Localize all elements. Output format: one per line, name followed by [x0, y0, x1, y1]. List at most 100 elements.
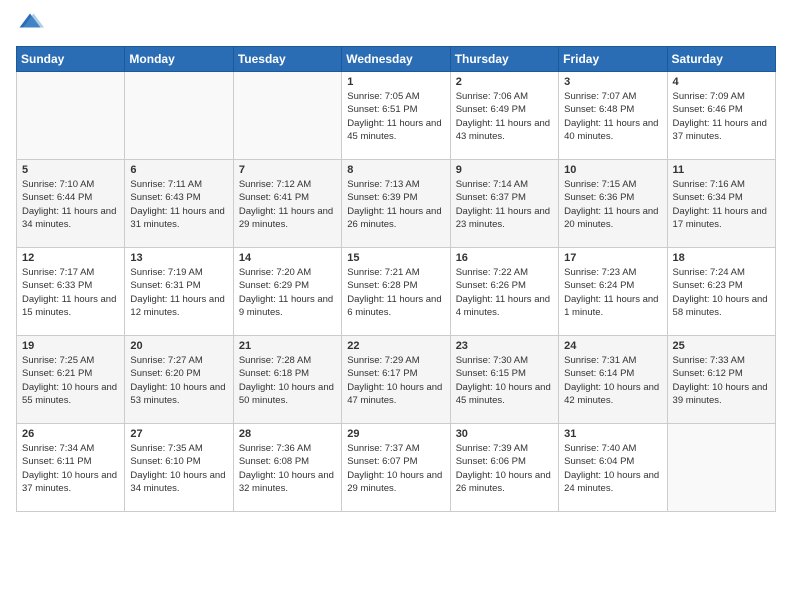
day-cell: 24 Sunrise: 7:31 AM Sunset: 6:14 PM Dayli… — [559, 336, 667, 424]
col-header-saturday: Saturday — [667, 47, 775, 72]
day-number: 30 — [456, 428, 553, 440]
day-info: Sunrise: 7:23 AM Sunset: 6:24 PM Dayligh… — [564, 266, 661, 319]
day-cell: 14 Sunrise: 7:20 AM Sunset: 6:29 PM Dayli… — [233, 248, 341, 336]
day-number: 22 — [347, 340, 444, 352]
week-row-5: 26 Sunrise: 7:34 AM Sunset: 6:11 PM Dayli… — [17, 424, 776, 512]
day-info: Sunrise: 7:09 AM Sunset: 6:46 PM Dayligh… — [673, 90, 770, 143]
day-cell: 30 Sunrise: 7:39 AM Sunset: 6:06 PM Dayli… — [450, 424, 558, 512]
day-info: Sunrise: 7:30 AM Sunset: 6:15 PM Dayligh… — [456, 354, 553, 407]
col-header-tuesday: Tuesday — [233, 47, 341, 72]
day-cell: 25Sunrise: 7:33 AM Sunset: 6:12 PM Dayli… — [667, 336, 775, 424]
days-header-row: SundayMondayTuesdayWednesdayThursdayFrid… — [17, 47, 776, 72]
day-number: 26 — [22, 428, 119, 440]
day-cell: 11 Sunrise: 7:16 AM Sunset: 6:34 PM Dayli… — [667, 160, 775, 248]
day-info: Sunrise: 7:36 AM Sunset: 6:08 PM Dayligh… — [239, 442, 336, 495]
day-info: Sunrise: 7:07 AM Sunset: 6:48 PM Dayligh… — [564, 90, 661, 143]
day-cell: 5 Sunrise: 7:10 AM Sunset: 6:44 PM Daylig… — [17, 160, 125, 248]
day-number: 16 — [456, 252, 553, 264]
week-row-1: 1 Sunrise: 7:05 AM Sunset: 6:51 PM Daylig… — [17, 72, 776, 160]
day-info: Sunrise: 7:16 AM Sunset: 6:34 PM Dayligh… — [673, 178, 770, 231]
day-cell: 16 Sunrise: 7:22 AM Sunset: 6:26 PM Dayli… — [450, 248, 558, 336]
day-cell: 2 Sunrise: 7:06 AM Sunset: 6:49 PM Daylig… — [450, 72, 558, 160]
day-cell: 28 Sunrise: 7:36 AM Sunset: 6:08 PM Dayli… — [233, 424, 341, 512]
day-cell: 21Sunrise: 7:28 AM Sunset: 6:18 PM Dayli… — [233, 336, 341, 424]
day-number: 5 — [22, 164, 119, 176]
day-number: 2 — [456, 76, 553, 88]
day-info: Sunrise: 7:24 AM Sunset: 6:23 PM Dayligh… — [673, 266, 770, 319]
day-cell: 6Sunrise: 7:11 AM Sunset: 6:43 PM Daylig… — [125, 160, 233, 248]
day-cell: 22 Sunrise: 7:29 AM Sunset: 6:17 PM Dayli… — [342, 336, 450, 424]
day-number: 14 — [239, 252, 336, 264]
day-info: Sunrise: 7:17 AM Sunset: 6:33 PM Dayligh… — [22, 266, 119, 319]
logo-icon — [16, 10, 44, 38]
day-info: Sunrise: 7:22 AM Sunset: 6:26 PM Dayligh… — [456, 266, 553, 319]
day-cell: 13Sunrise: 7:19 AM Sunset: 6:31 PM Dayli… — [125, 248, 233, 336]
day-cell: 7Sunrise: 7:12 AM Sunset: 6:41 PM Daylig… — [233, 160, 341, 248]
day-cell: 9 Sunrise: 7:14 AM Sunset: 6:37 PM Daylig… — [450, 160, 558, 248]
calendar-table: SundayMondayTuesdayWednesdayThursdayFrid… — [16, 46, 776, 512]
day-cell: 3 Sunrise: 7:07 AM Sunset: 6:48 PM Daylig… — [559, 72, 667, 160]
day-number: 28 — [239, 428, 336, 440]
day-cell: 1 Sunrise: 7:05 AM Sunset: 6:51 PM Daylig… — [342, 72, 450, 160]
day-number: 11 — [673, 164, 770, 176]
col-header-sunday: Sunday — [17, 47, 125, 72]
day-number: 9 — [456, 164, 553, 176]
day-info: Sunrise: 7:39 AM Sunset: 6:06 PM Dayligh… — [456, 442, 553, 495]
day-cell: 31 Sunrise: 7:40 AM Sunset: 6:04 PM Dayli… — [559, 424, 667, 512]
day-cell: 18Sunrise: 7:24 AM Sunset: 6:23 PM Dayli… — [667, 248, 775, 336]
day-number: 1 — [347, 76, 444, 88]
day-info: Sunrise: 7:20 AM Sunset: 6:29 PM Dayligh… — [239, 266, 336, 319]
day-number: 29 — [347, 428, 444, 440]
col-header-wednesday: Wednesday — [342, 47, 450, 72]
day-info: Sunrise: 7:31 AM Sunset: 6:14 PM Dayligh… — [564, 354, 661, 407]
day-number: 25 — [673, 340, 770, 352]
day-info: Sunrise: 7:28 AM Sunset: 6:18 PM Dayligh… — [239, 354, 336, 407]
day-number: 20 — [130, 340, 227, 352]
day-info: Sunrise: 7:10 AM Sunset: 6:44 PM Dayligh… — [22, 178, 119, 231]
day-info: Sunrise: 7:15 AM Sunset: 6:36 PM Dayligh… — [564, 178, 661, 231]
col-header-friday: Friday — [559, 47, 667, 72]
day-cell: 10Sunrise: 7:15 AM Sunset: 6:36 PM Dayli… — [559, 160, 667, 248]
day-info: Sunrise: 7:06 AM Sunset: 6:49 PM Dayligh… — [456, 90, 553, 143]
day-info: Sunrise: 7:14 AM Sunset: 6:37 PM Dayligh… — [456, 178, 553, 231]
day-cell — [125, 72, 233, 160]
day-cell: 19Sunrise: 7:25 AM Sunset: 6:21 PM Dayli… — [17, 336, 125, 424]
day-cell — [17, 72, 125, 160]
day-cell: 20 Sunrise: 7:27 AM Sunset: 6:20 PM Dayli… — [125, 336, 233, 424]
day-number: 24 — [564, 340, 661, 352]
day-cell: 27 Sunrise: 7:35 AM Sunset: 6:10 PM Dayli… — [125, 424, 233, 512]
day-info: Sunrise: 7:25 AM Sunset: 6:21 PM Dayligh… — [22, 354, 119, 407]
day-cell: 26 Sunrise: 7:34 AM Sunset: 6:11 PM Dayli… — [17, 424, 125, 512]
day-info: Sunrise: 7:27 AM Sunset: 6:20 PM Dayligh… — [130, 354, 227, 407]
day-info: Sunrise: 7:11 AM Sunset: 6:43 PM Dayligh… — [130, 178, 227, 231]
week-row-3: 12 Sunrise: 7:17 AM Sunset: 6:33 PM Dayli… — [17, 248, 776, 336]
header — [16, 10, 776, 38]
week-row-4: 19Sunrise: 7:25 AM Sunset: 6:21 PM Dayli… — [17, 336, 776, 424]
day-number: 13 — [130, 252, 227, 264]
day-number: 23 — [456, 340, 553, 352]
day-number: 3 — [564, 76, 661, 88]
day-cell: 29 Sunrise: 7:37 AM Sunset: 6:07 PM Dayli… — [342, 424, 450, 512]
week-row-2: 5 Sunrise: 7:10 AM Sunset: 6:44 PM Daylig… — [17, 160, 776, 248]
day-number: 12 — [22, 252, 119, 264]
day-info: Sunrise: 7:05 AM Sunset: 6:51 PM Dayligh… — [347, 90, 444, 143]
day-info: Sunrise: 7:34 AM Sunset: 6:11 PM Dayligh… — [22, 442, 119, 495]
day-number: 8 — [347, 164, 444, 176]
day-cell: 12 Sunrise: 7:17 AM Sunset: 6:33 PM Dayli… — [17, 248, 125, 336]
day-cell: 23 Sunrise: 7:30 AM Sunset: 6:15 PM Dayli… — [450, 336, 558, 424]
day-info: Sunrise: 7:21 AM Sunset: 6:28 PM Dayligh… — [347, 266, 444, 319]
day-cell: 17 Sunrise: 7:23 AM Sunset: 6:24 PM Dayli… — [559, 248, 667, 336]
day-cell: 4 Sunrise: 7:09 AM Sunset: 6:46 PM Daylig… — [667, 72, 775, 160]
day-number: 4 — [673, 76, 770, 88]
day-info: Sunrise: 7:40 AM Sunset: 6:04 PM Dayligh… — [564, 442, 661, 495]
day-number: 7 — [239, 164, 336, 176]
day-cell — [233, 72, 341, 160]
day-number: 27 — [130, 428, 227, 440]
day-number: 31 — [564, 428, 661, 440]
day-info: Sunrise: 7:29 AM Sunset: 6:17 PM Dayligh… — [347, 354, 444, 407]
day-info: Sunrise: 7:35 AM Sunset: 6:10 PM Dayligh… — [130, 442, 227, 495]
day-cell: 8Sunrise: 7:13 AM Sunset: 6:39 PM Daylig… — [342, 160, 450, 248]
day-info: Sunrise: 7:37 AM Sunset: 6:07 PM Dayligh… — [347, 442, 444, 495]
day-number: 17 — [564, 252, 661, 264]
col-header-monday: Monday — [125, 47, 233, 72]
